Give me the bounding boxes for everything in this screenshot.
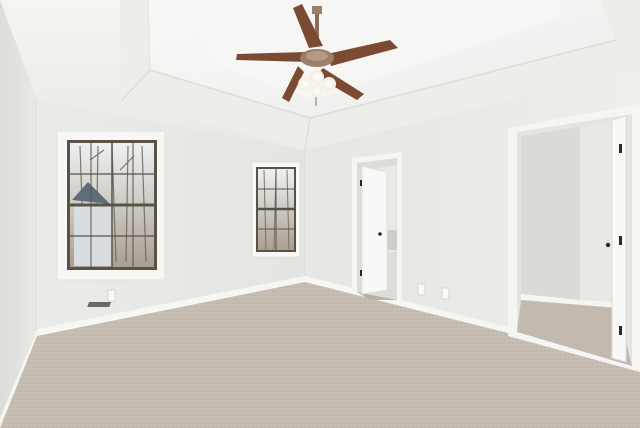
wall-outlet xyxy=(417,283,426,296)
door-hinge xyxy=(360,180,362,186)
bathroom-doorway xyxy=(352,152,402,304)
left-window xyxy=(56,130,166,281)
center-window xyxy=(251,161,301,258)
door-hinge xyxy=(619,326,622,335)
wall-outlet xyxy=(107,289,116,302)
door-hinge xyxy=(619,236,622,245)
wall-outlet xyxy=(441,287,450,300)
room-photo xyxy=(0,0,640,428)
door-knob xyxy=(605,242,611,248)
door-hinge xyxy=(360,270,362,276)
door-hinge xyxy=(619,144,622,153)
closet-doorway xyxy=(508,104,640,372)
bathroom-door[interactable] xyxy=(361,165,388,295)
floor-vent xyxy=(87,302,112,307)
door-knob xyxy=(378,232,382,236)
